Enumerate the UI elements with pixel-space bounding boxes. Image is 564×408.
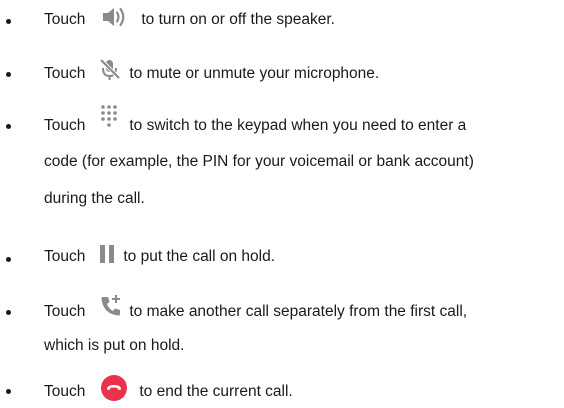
bullet — [6, 72, 11, 77]
item-text: to make another call separately from the… — [129, 303, 468, 320]
item-text-continued: during the call. — [44, 190, 145, 207]
item-text: to put the call on hold. — [123, 248, 276, 265]
item-text-continued: which is put on hold. — [44, 337, 185, 354]
add-call-icon — [99, 294, 123, 318]
item-text-continued: code (for example, the PIN for your voic… — [44, 153, 474, 170]
item-text: to mute or unmute your microphone. — [129, 65, 380, 82]
touch-word: Touch — [44, 248, 86, 265]
bullet — [6, 310, 11, 315]
bullet — [6, 389, 11, 394]
touch-word: Touch — [44, 117, 86, 134]
touch-word: Touch — [44, 303, 86, 320]
touch-word: Touch — [44, 383, 86, 400]
item-text: to switch to the keypad when you need to… — [129, 117, 467, 134]
end-call-icon — [101, 375, 128, 401]
bullet — [6, 257, 11, 262]
item-text: to turn on or off the speaker. — [141, 11, 335, 28]
item-text: to end the current call. — [139, 383, 293, 400]
pause-icon — [99, 244, 115, 264]
mute-microphone-icon — [99, 58, 121, 82]
touch-word: Touch — [44, 65, 86, 82]
document-page: Touch to turn on or off the speaker. Tou… — [0, 0, 564, 408]
touch-word: Touch — [44, 11, 86, 28]
bullet — [6, 124, 11, 129]
speaker-icon — [101, 6, 129, 28]
bullet — [6, 19, 11, 24]
keypad-icon — [99, 104, 119, 128]
